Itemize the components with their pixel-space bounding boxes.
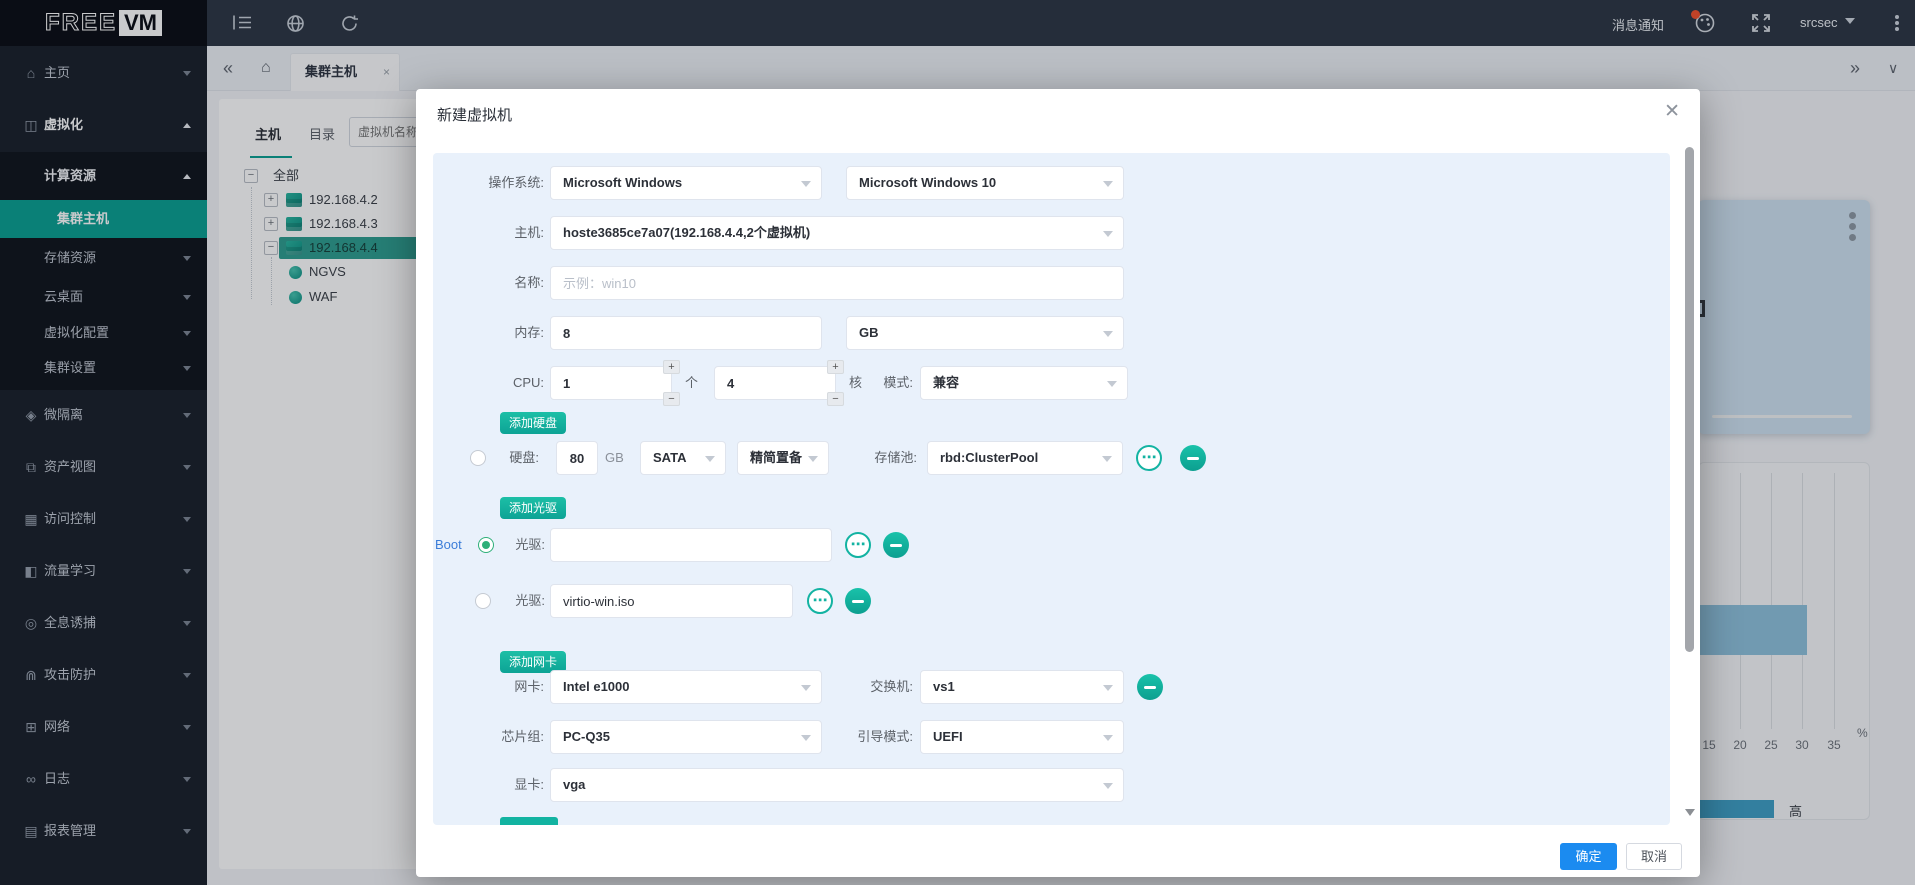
cdrom2-field[interactable] — [550, 584, 793, 618]
modal-close-icon[interactable]: ✕ — [1664, 101, 1680, 123]
cpu-count-unit: 个 — [685, 375, 699, 390]
confirm-button[interactable]: 确定 — [1560, 843, 1617, 870]
remove-cdrom1-icon[interactable] — [883, 532, 909, 558]
switch-select[interactable]: vs1 — [920, 670, 1124, 704]
vm-form-panel: 操作系统: Microsoft Windows Microsoft Window… — [433, 153, 1670, 825]
nic-label: 网卡: — [514, 679, 544, 694]
nic-model-select[interactable]: Intel e1000 — [550, 670, 822, 704]
disk-size-input[interactable] — [557, 442, 597, 474]
os-label: 操作系统: — [488, 175, 544, 190]
cdrom1-browse-icon[interactable]: ⋯ — [845, 532, 871, 558]
os-select[interactable]: Microsoft Windows — [550, 166, 822, 200]
add-cdrom-button[interactable]: 添加光驱 — [500, 497, 567, 519]
decrement-icon[interactable]: − — [827, 392, 844, 406]
cpu-mode-select[interactable]: 兼容 — [920, 366, 1128, 400]
disk-boot-radio[interactable] — [470, 450, 486, 466]
disk-size-unit: GB — [605, 450, 624, 465]
cpu-mode-value: 兼容 — [933, 375, 960, 390]
vm-name-field[interactable] — [550, 266, 1124, 300]
cdrom-boot-radio-selected[interactable] — [478, 537, 494, 553]
cdrom2-input[interactable] — [551, 585, 792, 617]
chipset-label: 芯片组: — [501, 729, 544, 744]
gpu-value: vga — [563, 777, 586, 792]
disk-label: 硬盘: — [509, 450, 539, 465]
memory-input[interactable] — [551, 317, 821, 349]
storage-pool-label: 存储池: — [874, 450, 917, 465]
new-vm-modal: 新建虚拟机 ✕ 操作系统: Microsoft Windows Microsof… — [416, 89, 1700, 877]
remove-disk-icon[interactable] — [1180, 445, 1206, 471]
scrollbar-down-arrow[interactable] — [1685, 809, 1695, 821]
clipped-add-button — [500, 817, 558, 825]
cpu-cores-stepper[interactable]: + − — [714, 360, 844, 406]
memory-unit-select[interactable]: GB — [846, 316, 1124, 350]
memory-label: 内存: — [514, 325, 544, 340]
cpu-count-stepper[interactable]: + − — [550, 360, 680, 406]
disk-provision-select[interactable]: 精简置备 — [737, 441, 829, 475]
storage-pool-select[interactable]: rbd:ClusterPool — [927, 441, 1123, 475]
bootmode-value: UEFI — [933, 729, 963, 744]
host-label: 主机: — [514, 225, 544, 240]
cdrom-label: 光驱: — [515, 537, 545, 552]
cpu-mode-label: 模式: — [883, 375, 913, 390]
vm-name-input[interactable] — [551, 267, 1123, 299]
memory-unit-value: GB — [859, 325, 879, 340]
switch-value: vs1 — [933, 679, 955, 694]
disk-more-icon[interactable]: ⋯ — [1136, 445, 1162, 471]
disk-bus-select[interactable]: SATA — [640, 441, 726, 475]
increment-icon[interactable]: + — [827, 360, 844, 374]
cdrom2-boot-radio[interactable] — [475, 593, 491, 609]
gpu-label: 显卡: — [514, 777, 544, 792]
memory-field[interactable] — [550, 316, 822, 350]
cancel-button[interactable]: 取消 — [1626, 843, 1682, 870]
switch-label: 交换机: — [870, 679, 913, 694]
storage-pool-value: rbd:ClusterPool — [940, 450, 1039, 465]
cpu-cores-input[interactable] — [715, 367, 835, 399]
gpu-select[interactable]: vga — [550, 768, 1124, 802]
cpu-label: CPU: — [512, 375, 544, 390]
remove-nic-icon[interactable] — [1137, 674, 1163, 700]
os-version-value: Microsoft Windows 10 — [859, 175, 997, 190]
cdrom-label: 光驱: — [515, 593, 545, 608]
modal-title: 新建虚拟机 — [437, 107, 513, 124]
increment-icon[interactable]: + — [663, 360, 680, 374]
disk-provision-value: 精简置备 — [750, 450, 803, 465]
chipset-select[interactable]: PC-Q35 — [550, 720, 822, 754]
cpu-count-input[interactable] — [551, 367, 671, 399]
os-value: Microsoft Windows — [563, 175, 683, 190]
cdrom2-browse-icon[interactable]: ⋯ — [807, 588, 833, 614]
add-disk-button[interactable]: 添加硬盘 — [500, 412, 567, 434]
remove-cdrom2-icon[interactable] — [845, 588, 871, 614]
bootmode-select[interactable]: UEFI — [920, 720, 1124, 754]
decrement-icon[interactable]: − — [663, 392, 680, 406]
name-label: 名称: — [514, 275, 544, 290]
scrollbar-thumb[interactable] — [1685, 147, 1694, 652]
os-version-select[interactable]: Microsoft Windows 10 — [846, 166, 1124, 200]
cdrom1-field[interactable] — [550, 528, 832, 562]
app-root: FREE VM 消息通知 srcsec « ⌂ 集群主机 × » ∨ ⌂ 主页 … — [0, 0, 1915, 885]
modal-scrollbar[interactable] — [1684, 141, 1696, 877]
nic-model-value: Intel e1000 — [563, 679, 630, 694]
host-value: hoste3685ce7a07(192.168.4.4,2个虚拟机) — [563, 225, 811, 240]
disk-size-field[interactable] — [556, 441, 598, 475]
boot-label: Boot — [435, 537, 462, 552]
cdrom1-input[interactable] — [551, 529, 831, 561]
bootmode-label: 引导模式: — [857, 729, 913, 744]
host-select[interactable]: hoste3685ce7a07(192.168.4.4,2个虚拟机) — [550, 216, 1124, 250]
disk-bus-value: SATA — [653, 450, 687, 465]
chipset-value: PC-Q35 — [563, 729, 610, 744]
